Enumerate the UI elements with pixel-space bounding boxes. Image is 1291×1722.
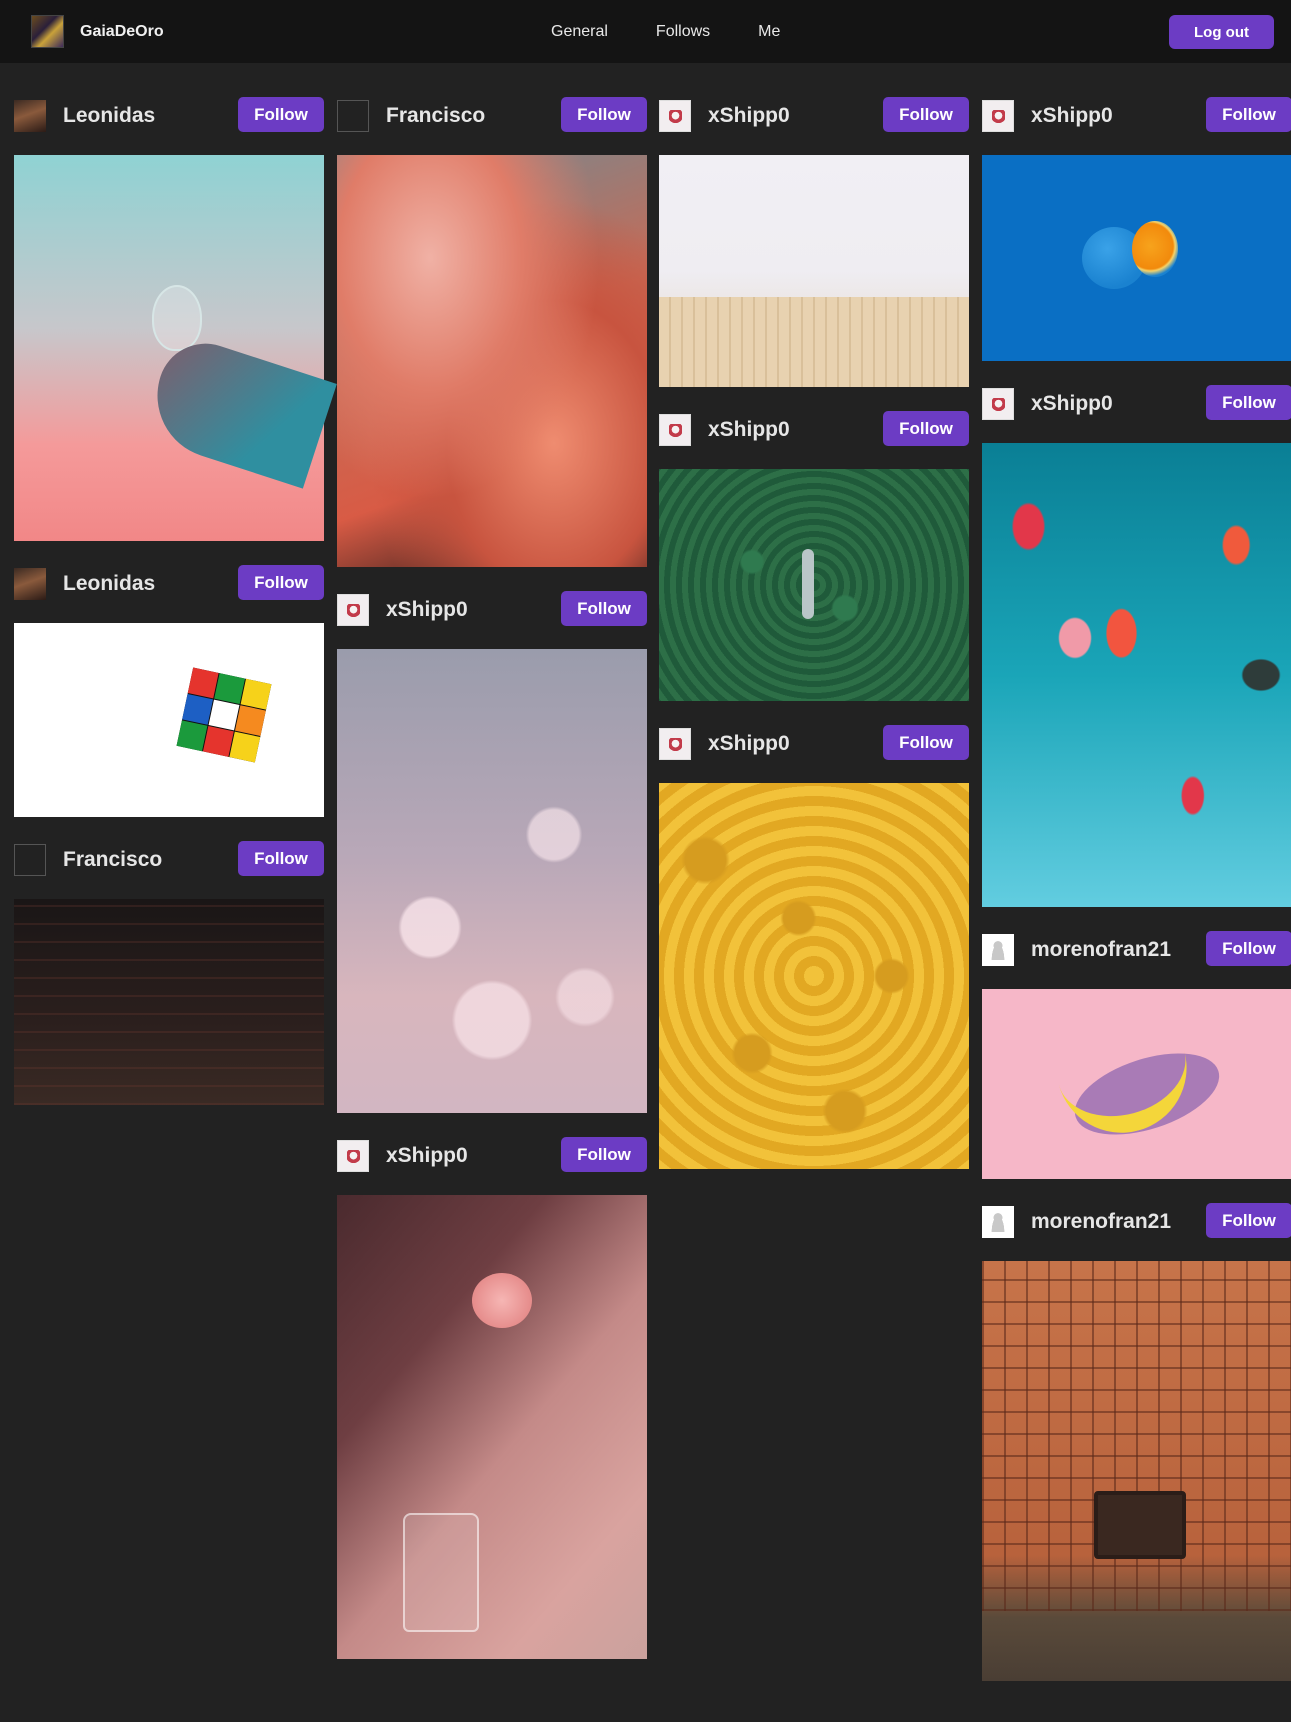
author-username[interactable]: xShipp0: [1031, 104, 1113, 128]
post-header: xShipp0 Follow: [659, 411, 969, 448]
follow-button[interactable]: Follow: [883, 725, 969, 760]
author-username[interactable]: xShipp0: [708, 104, 790, 128]
post-card: morenofran21 Follow: [982, 931, 1291, 1179]
author-username[interactable]: Francisco: [386, 104, 485, 128]
user-avatar[interactable]: [31, 15, 64, 48]
author-avatar[interactable]: [982, 387, 1014, 420]
post-card: xShipp0 Follow: [982, 97, 1291, 361]
author-username[interactable]: morenofran21: [1031, 938, 1171, 962]
post-image[interactable]: [14, 623, 324, 817]
post-card: xShipp0 Follow: [659, 725, 969, 1169]
post-header: Leonidas Follow: [14, 97, 324, 134]
nav-follows[interactable]: Follows: [656, 23, 710, 41]
author-username[interactable]: xShipp0: [1031, 392, 1113, 416]
follow-button[interactable]: Follow: [883, 97, 969, 132]
post-image[interactable]: [337, 649, 647, 1113]
post-card: Leonidas Follow: [14, 565, 324, 817]
author-avatar[interactable]: [14, 567, 46, 600]
post-header: Francisco Follow: [337, 97, 647, 134]
follow-button[interactable]: Follow: [561, 591, 647, 626]
post-card: xShipp0 Follow: [337, 591, 647, 1113]
follow-button[interactable]: Follow: [561, 1137, 647, 1172]
post-header: xShipp0 Follow: [659, 97, 969, 134]
brand[interactable]: GaiaDeOro: [31, 15, 164, 48]
author-username[interactable]: xShipp0: [386, 598, 468, 622]
follow-button[interactable]: Follow: [238, 565, 324, 600]
author-avatar[interactable]: [337, 1139, 369, 1172]
post-image[interactable]: [982, 1261, 1291, 1681]
author-username[interactable]: xShipp0: [386, 1144, 468, 1168]
logout-button[interactable]: Log out: [1169, 15, 1274, 49]
post-card: Leonidas Follow: [14, 97, 324, 541]
brand-username[interactable]: GaiaDeOro: [80, 23, 164, 41]
post-header: morenofran21 Follow: [982, 931, 1291, 968]
author-username[interactable]: Francisco: [63, 848, 162, 872]
feed-column-2: Francisco Follow xShipp0 Follow xShipp0 Follo…: [337, 97, 647, 1683]
author-avatar[interactable]: [659, 727, 691, 760]
follow-button[interactable]: Follow: [238, 841, 324, 876]
top-navigation-bar: GaiaDeOro General Follows Me Log out: [0, 0, 1291, 63]
follow-button[interactable]: Follow: [561, 97, 647, 132]
author-avatar[interactable]: [982, 933, 1014, 966]
follow-button[interactable]: Follow: [238, 97, 324, 132]
post-header: xShipp0 Follow: [982, 97, 1291, 134]
post-card: morenofran21 Follow: [982, 1203, 1291, 1681]
follow-button[interactable]: Follow: [883, 411, 969, 446]
post-image[interactable]: [337, 1195, 647, 1659]
post-card: xShipp0 Follow: [659, 411, 969, 701]
post-header: xShipp0 Follow: [337, 1137, 647, 1174]
post-image[interactable]: [14, 899, 324, 1105]
author-username[interactable]: morenofran21: [1031, 1210, 1171, 1234]
post-header: xShipp0 Follow: [982, 385, 1291, 422]
post-image[interactable]: [659, 469, 969, 701]
post-image[interactable]: [982, 155, 1291, 361]
post-card: Francisco Follow: [14, 841, 324, 1105]
post-card: xShipp0 Follow: [659, 97, 969, 387]
post-header: Leonidas Follow: [14, 565, 324, 602]
main-nav: General Follows Me: [551, 0, 828, 63]
post-image[interactable]: [982, 989, 1291, 1179]
post-image[interactable]: [337, 155, 647, 567]
post-image[interactable]: [659, 155, 969, 387]
author-avatar[interactable]: [659, 413, 691, 446]
follow-button[interactable]: Follow: [1206, 385, 1291, 420]
nav-general[interactable]: General: [551, 23, 608, 41]
post-card: xShipp0 Follow: [337, 1137, 647, 1659]
feed-column-4: xShipp0 Follow xShipp0 Follow morenofran21 Fo…: [982, 97, 1291, 1705]
author-avatar[interactable]: [982, 99, 1014, 132]
nav-me[interactable]: Me: [758, 23, 780, 41]
author-username[interactable]: Leonidas: [63, 104, 155, 128]
follow-button[interactable]: Follow: [1206, 97, 1291, 132]
post-image[interactable]: [659, 783, 969, 1169]
feed-column-1: Leonidas Follow Leonidas Follow Francisco Fol…: [14, 97, 324, 1129]
author-avatar[interactable]: [337, 99, 369, 132]
post-header: xShipp0 Follow: [659, 725, 969, 762]
author-avatar[interactable]: [982, 1205, 1014, 1238]
post-header: Francisco Follow: [14, 841, 324, 878]
post-image[interactable]: [14, 155, 324, 541]
post-header: xShipp0 Follow: [337, 591, 647, 628]
author-username[interactable]: xShipp0: [708, 418, 790, 442]
author-avatar[interactable]: [659, 99, 691, 132]
follow-button[interactable]: Follow: [1206, 931, 1291, 966]
author-avatar[interactable]: [14, 99, 46, 132]
author-avatar[interactable]: [337, 593, 369, 626]
post-card: xShipp0 Follow: [982, 385, 1291, 907]
follow-button[interactable]: Follow: [1206, 1203, 1291, 1238]
post-card: Francisco Follow: [337, 97, 647, 567]
author-username[interactable]: Leonidas: [63, 572, 155, 596]
post-header: morenofran21 Follow: [982, 1203, 1291, 1240]
post-image[interactable]: [982, 443, 1291, 907]
author-avatar[interactable]: [14, 843, 46, 876]
feed-column-3: xShipp0 Follow xShipp0 Follow xShipp0 Follow: [659, 97, 969, 1193]
author-username[interactable]: xShipp0: [708, 732, 790, 756]
